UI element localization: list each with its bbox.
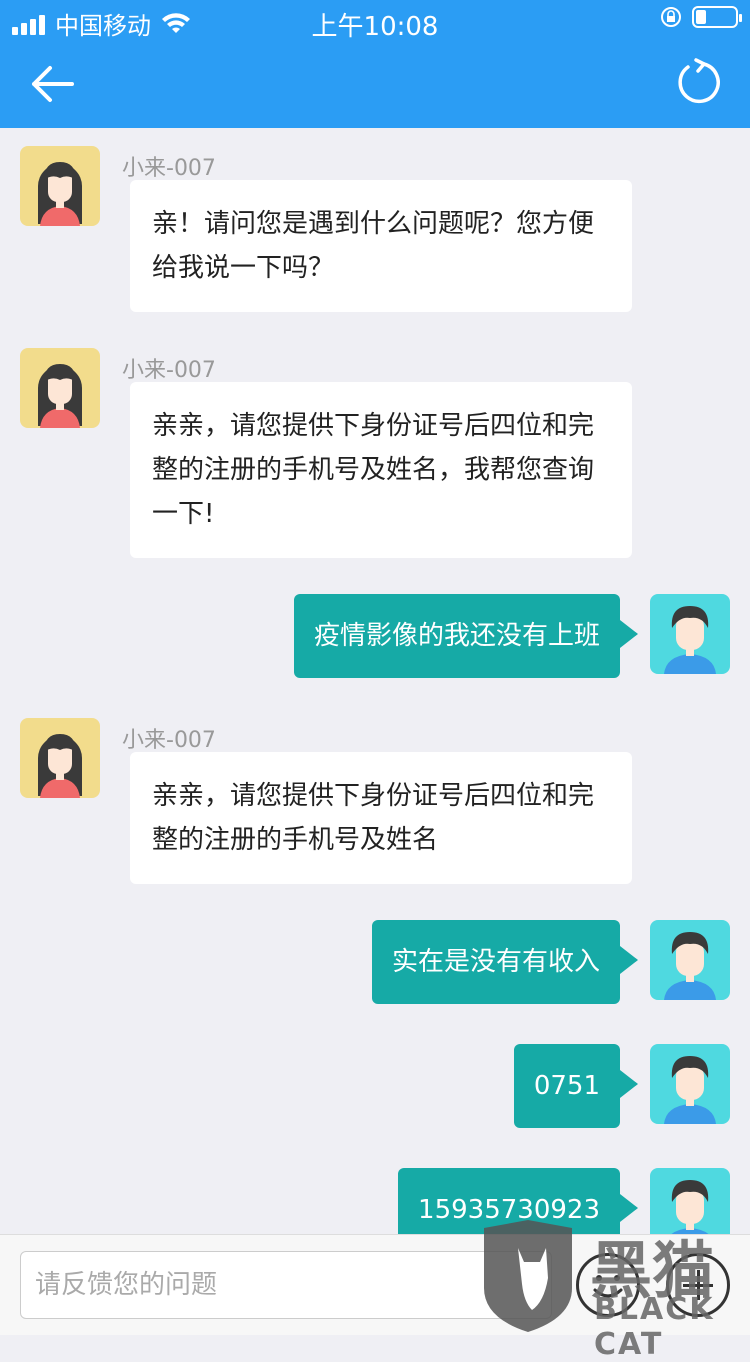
user-avatar (650, 1044, 730, 1124)
user-message-bubble: 15935730923 (398, 1168, 638, 1234)
user-avatar (650, 920, 730, 1000)
status-time: 上午10:08 (311, 12, 439, 42)
chat-area[interactable]: 小来-007 亲！请问您是遇到什么问题呢？您方便给我说一下吗？ 小来-007 亲… (0, 128, 750, 1234)
agent-message-bubble: 亲！请问您是遇到什么问题呢？您方便给我说一下吗？ (130, 180, 632, 312)
status-right (660, 6, 742, 28)
agent-name: 小来-007 (122, 156, 216, 181)
girl-avatar-icon (38, 364, 82, 428)
plus-button[interactable] (666, 1253, 730, 1317)
agent-message-bubble: 亲亲，请您提供下身份证号后四位和完整的注册的手机号及姓名，我帮您查询一下! (130, 382, 632, 558)
feedback-input[interactable] (20, 1251, 552, 1319)
nav-bar (0, 40, 750, 128)
refresh-icon[interactable] (674, 58, 722, 106)
user-message-bubble: 疫情影像的我还没有上班 (293, 594, 639, 678)
emoji-icon (593, 1275, 623, 1298)
boy-avatar-icon (664, 932, 716, 1000)
girl-avatar-icon (38, 162, 82, 226)
user-avatar (650, 594, 730, 674)
user-message-bubble: 实在是没有有收入 (371, 920, 639, 1004)
input-bar (0, 1234, 750, 1335)
back-arrow-icon[interactable] (28, 62, 76, 106)
agent-avatar (20, 718, 100, 798)
user-message-bubble: 0751 (513, 1044, 639, 1128)
agent-avatar (20, 146, 100, 226)
boy-avatar-icon (664, 1056, 716, 1124)
agent-avatar (20, 348, 100, 428)
agent-message-bubble: 亲亲，请您提供下身份证号后四位和完整的注册的手机号及姓名 (130, 752, 632, 884)
orientation-lock-icon (661, 7, 681, 27)
emoji-button[interactable] (576, 1253, 640, 1317)
agent-name: 小来-007 (122, 728, 216, 753)
boy-avatar-icon (664, 606, 716, 674)
agent-name: 小来-007 (122, 358, 216, 383)
status-bar: 中国移动 上午10:08 (0, 0, 750, 42)
battery-icon (692, 6, 742, 28)
user-avatar (650, 1168, 730, 1234)
boy-avatar-icon (671, 1180, 709, 1234)
girl-avatar-icon (38, 734, 82, 798)
